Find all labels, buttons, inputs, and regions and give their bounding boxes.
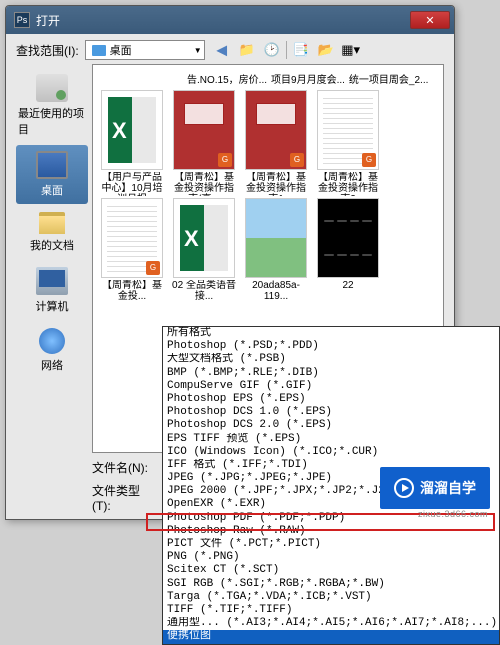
- lookup-label: 查找范围(I):: [16, 42, 79, 59]
- filetype-option[interactable]: Photoshop (*.PSD;*.PDD): [163, 340, 499, 353]
- file-item[interactable]: 统一项目周会_2...: [349, 71, 428, 86]
- file-name: 02 全品类语音接...: [170, 280, 238, 302]
- desktop-icon: [92, 45, 106, 56]
- nav-toolbar: ◄ 📁 🕑 📑 📂 ▦▾: [211, 40, 362, 60]
- file-thumbnail: [317, 198, 379, 278]
- filetype-option[interactable]: Photoshop DCS 2.0 (*.EPS): [163, 419, 499, 432]
- filetype-label: 文件类型(T):: [92, 482, 156, 513]
- watermark-url: zixue.3d66.com: [418, 509, 488, 519]
- file-name: 【用户与产品中心】10月培训月报: [98, 172, 166, 196]
- folder-combo[interactable]: 桌面 ▼: [85, 40, 205, 60]
- file-thumbnail: [101, 90, 163, 170]
- play-icon: [394, 478, 414, 498]
- pdf-badge-icon: G: [218, 153, 232, 167]
- places-bar: 最近使用的项目 桌面 我的文档 计算机 网络: [16, 64, 88, 513]
- file-thumbnail: G: [101, 198, 163, 278]
- file-name: 【周青松】基金投资操作指南1: [242, 172, 310, 196]
- filetype-option[interactable]: ICO (Windows Icon) (*.ICO;*.CUR): [163, 446, 499, 459]
- file-thumbnail: G: [173, 90, 235, 170]
- pdf-badge-icon: G: [290, 153, 304, 167]
- dialog-title: 打开: [36, 12, 410, 29]
- filetype-option[interactable]: Photoshop Raw (*.RAW): [163, 525, 499, 538]
- filetype-option[interactable]: BMP (*.BMP;*.RLE;*.DIB): [163, 367, 499, 380]
- file-grid: 【用户与产品中心】10月培训月报 G 【周青松】基金投资操作指南(高... G 【周青松…: [97, 90, 439, 302]
- file-item[interactable]: 02 全品类语音接...: [169, 198, 239, 302]
- place-desktop[interactable]: 桌面: [16, 145, 88, 204]
- separator: [286, 41, 287, 59]
- filetype-option[interactable]: SGI RGB (*.SGI;*.RGB;*.RGBA;*.BW): [163, 578, 499, 591]
- app-icon: Ps: [14, 12, 30, 28]
- place-recent[interactable]: 最近使用的项目: [16, 68, 88, 143]
- file-thumbnail: G: [317, 90, 379, 170]
- file-item[interactable]: 【用户与产品中心】10月培训月报: [97, 90, 167, 196]
- place-network[interactable]: 网络: [16, 322, 88, 379]
- new-folder-icon[interactable]: 📂: [315, 40, 337, 60]
- close-button[interactable]: ✕: [410, 11, 450, 29]
- filetype-option[interactable]: TIFF (*.TIF;*.TIFF): [163, 604, 499, 617]
- file-item[interactable]: G 【周青松】基金投资操作指南2: [313, 90, 383, 196]
- filetype-option[interactable]: CompuServe GIF (*.GIF): [163, 380, 499, 393]
- pdf-badge-icon: G: [146, 261, 160, 275]
- filetype-option[interactable]: EPS TIFF 预览 (*.EPS): [163, 433, 499, 446]
- place-computer[interactable]: 计算机: [16, 261, 88, 320]
- filetype-option[interactable]: 大型文档格式 (*.PSB): [163, 353, 499, 366]
- folder-value: 桌面: [110, 42, 132, 58]
- file-item[interactable]: 22: [313, 198, 383, 302]
- pdf-badge-icon: G: [362, 153, 376, 167]
- file-item[interactable]: G 【周青松】基金投资操作指南1: [241, 90, 311, 196]
- watermark: 溜溜自学: [380, 467, 490, 509]
- favorites-icon[interactable]: 📑: [290, 40, 312, 60]
- filetype-option[interactable]: PICT 文件 (*.PCT;*.PICT): [163, 538, 499, 551]
- filetype-option[interactable]: 所有格式: [163, 327, 499, 340]
- titlebar[interactable]: Ps 打开 ✕: [6, 6, 454, 34]
- filetype-option[interactable]: Scitex CT (*.SCT): [163, 564, 499, 577]
- file-name: 【周青松】基金投资操作指南(高...: [170, 172, 238, 196]
- file-name: 22: [342, 280, 353, 291]
- file-name: 【周青松】基金投...: [98, 280, 166, 302]
- place-mydocs[interactable]: 我的文档: [16, 206, 88, 259]
- filetype-option[interactable]: Photoshop DCS 1.0 (*.EPS): [163, 406, 499, 419]
- filetype-option[interactable]: Targa (*.TGA;*.VDA;*.ICB;*.VST): [163, 591, 499, 604]
- file-thumbnail: [245, 198, 307, 278]
- up-icon[interactable]: 📁: [236, 40, 258, 60]
- file-item[interactable]: 20ada85a-119...: [241, 198, 311, 302]
- filetype-option[interactable]: Photoshop EPS (*.EPS): [163, 393, 499, 406]
- desktop-place-icon: [36, 151, 68, 179]
- view-menu-icon[interactable]: ▦▾: [340, 40, 362, 60]
- file-thumbnail: [173, 198, 235, 278]
- history-icon[interactable]: 🕑: [261, 40, 283, 60]
- back-icon[interactable]: ◄: [211, 40, 233, 60]
- chevron-down-icon: ▼: [194, 46, 202, 55]
- file-item[interactable]: 项目9月月度会...: [271, 71, 345, 86]
- filetype-option[interactable]: 便携位图: [163, 630, 499, 643]
- filetype-option[interactable]: PNG (*.PNG): [163, 551, 499, 564]
- filetype-option[interactable]: 通用型... (*.AI3;*.AI4;*.AI5;*.AI6;*.AI7;*.…: [163, 617, 499, 630]
- file-item[interactable]: G 【周青松】基金投...: [97, 198, 167, 302]
- computer-icon: [36, 267, 68, 295]
- file-thumbnail: G: [245, 90, 307, 170]
- filename-label: 文件名(N):: [92, 459, 156, 476]
- file-name: 【周青松】基金投资操作指南2: [314, 172, 382, 196]
- file-row-partial: 告.NO.15，房价... 项目9月月度会... 统一项目周会_2...: [97, 69, 439, 90]
- file-name: 20ada85a-119...: [242, 280, 310, 302]
- mydocs-icon: [39, 212, 65, 234]
- file-item[interactable]: G 【周青松】基金投资操作指南(高...: [169, 90, 239, 196]
- lookup-row: 查找范围(I): 桌面 ▼ ◄ 📁 🕑 📑 📂 ▦▾: [16, 40, 444, 60]
- file-item[interactable]: 告.NO.15，房价...: [187, 71, 267, 86]
- recent-icon: [36, 74, 68, 102]
- network-icon: [39, 328, 65, 354]
